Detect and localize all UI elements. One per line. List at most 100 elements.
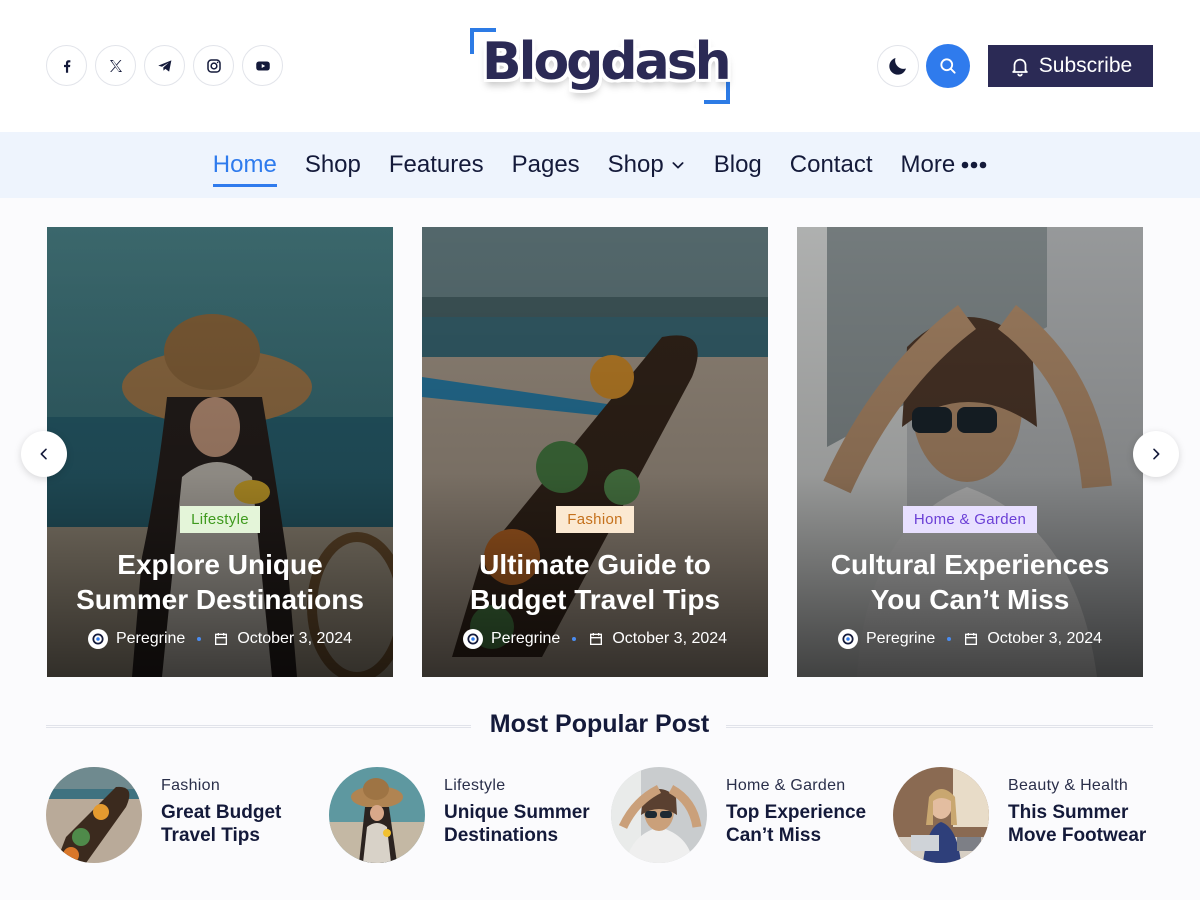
post-title-line: Ultimate Guide to [479, 549, 711, 580]
post-title-line: Top Experience [726, 802, 867, 823]
post-thumbnail[interactable] [46, 767, 142, 863]
post-title-line: Unique Summer [444, 802, 590, 823]
social-links [46, 45, 283, 86]
search-icon [940, 58, 956, 74]
featured-post-card[interactable]: Home & Garden Cultural Experiences You Ca… [797, 227, 1143, 677]
slider-next-button[interactable] [1133, 431, 1179, 477]
post-category[interactable]: Lifestyle [444, 777, 505, 795]
featured-post-card[interactable]: Fashion Ultimate Guide to Budget Travel T… [422, 227, 768, 677]
subscribe-label: Subscribe [1038, 54, 1133, 77]
post-title[interactable]: Explore Unique Summer Destinations [62, 547, 378, 617]
post-title[interactable]: Unique Summer Destinations [444, 801, 604, 847]
post-meta: Peregrine October 3, 2024 [837, 629, 1103, 649]
post-meta: Peregrine October 3, 2024 [462, 629, 728, 649]
author-name[interactable]: Peregrine [866, 630, 935, 648]
featured-post-card[interactable]: Lifestyle Explore Unique Summer Destinati… [47, 227, 393, 677]
nav-item-home[interactable]: Home [212, 145, 277, 187]
calendar-icon [965, 633, 978, 645]
category-badge[interactable]: Fashion [556, 506, 634, 533]
post-thumbnail[interactable] [329, 767, 425, 863]
subscribe-button[interactable]: Subscribe [988, 45, 1153, 87]
nav-item-pages[interactable]: Pages [512, 145, 580, 185]
post-thumbnail[interactable] [611, 767, 707, 863]
nav-item-label: Contact [789, 151, 873, 178]
search-button[interactable] [926, 44, 970, 88]
post-title-line: Budget Travel Tips [470, 584, 720, 615]
post-title-line: Move Footwear [1008, 825, 1147, 846]
post-info: Lifestyle Explore Unique Summer Destinati… [47, 506, 393, 649]
post-title-line: Destinations [444, 825, 559, 846]
popular-post-item[interactable]: Beauty & Health This Summer Move Footwear [893, 767, 1163, 863]
meta-separator [947, 637, 952, 641]
nav-item-label: Features [388, 151, 484, 178]
chevron-left-icon [40, 448, 47, 460]
dark-mode-toggle[interactable] [877, 45, 919, 87]
post-title[interactable]: Top Experience Can’t Miss [726, 801, 886, 847]
post-date: October 3, 2024 [987, 630, 1103, 647]
nav-item-shop-dropdown[interactable]: Shop [608, 145, 686, 185]
nav-item-label: Shop [607, 151, 664, 178]
nav-item-label: Blog [713, 151, 762, 178]
youtube-icon[interactable] [242, 45, 283, 86]
post-meta: Peregrine October 3, 2024 [87, 629, 353, 649]
nav-item-label: Pages [511, 151, 580, 178]
post-category[interactable]: Home & Garden [726, 777, 846, 795]
post-title[interactable]: Cultural Experiences You Can’t Miss [817, 547, 1124, 617]
facebook-icon[interactable] [46, 45, 87, 86]
category-badge[interactable]: Lifestyle [180, 506, 260, 533]
post-title[interactable]: This Summer Move Footwear [1008, 801, 1168, 847]
post-title-line: You Can’t Miss [870, 584, 1070, 615]
section-title: Most Popular Post [489, 710, 710, 738]
nav-item-shop[interactable]: Shop [305, 145, 361, 185]
nav-item-label: Home [212, 151, 277, 178]
post-title[interactable]: Great Budget Travel Tips [161, 801, 321, 847]
post-title-line: Travel Tips [161, 825, 260, 846]
nav-item-more[interactable]: More [901, 145, 988, 185]
instagram-icon[interactable] [193, 45, 234, 86]
chevron-down-icon [672, 162, 684, 169]
nav-item-label: Shop [304, 151, 361, 178]
popular-post-item[interactable]: Lifestyle Unique Summer Destinations [329, 767, 599, 863]
post-category[interactable]: Beauty & Health [1008, 777, 1128, 795]
post-title-line: Can’t Miss [726, 825, 822, 846]
post-title-line: Great Budget [161, 802, 282, 823]
nav-item-features[interactable]: Features [389, 145, 484, 185]
popular-post-item[interactable]: Home & Garden Top Experience Can’t Miss [611, 767, 881, 863]
author-avatar [462, 629, 483, 649]
post-title-line: Cultural Experiences [830, 549, 1110, 580]
nav-item-contact[interactable]: Contact [790, 145, 873, 185]
popular-posts-header: Most Popular Post [46, 708, 1153, 744]
slider-prev-button[interactable] [21, 431, 67, 477]
bell-icon [1012, 58, 1028, 77]
post-title-line: Explore Unique [117, 549, 323, 580]
popular-post-item[interactable]: Fashion Great Budget Travel Tips [46, 767, 316, 863]
calendar-icon [590, 633, 603, 645]
meta-separator [572, 637, 577, 641]
post-date: October 3, 2024 [612, 630, 728, 647]
logo-text: Blogdash [482, 32, 732, 92]
telegram-icon[interactable] [144, 45, 185, 86]
post-thumbnail[interactable] [893, 767, 989, 863]
post-title-line: This Summer [1008, 802, 1129, 823]
post-title[interactable]: Ultimate Guide to Budget Travel Tips [456, 547, 734, 617]
category-badge[interactable]: Home & Garden [902, 506, 1038, 533]
calendar-icon [215, 633, 228, 645]
post-date: October 3, 2024 [237, 630, 353, 647]
x-icon[interactable] [95, 45, 136, 86]
moon-icon [889, 58, 906, 75]
chevron-right-icon [1153, 448, 1160, 460]
main-nav: Home Shop Features Pages Shop Blog Conta… [0, 132, 1200, 198]
site-header: Blogdash Subscribe [0, 0, 1200, 132]
post-category[interactable]: Fashion [161, 777, 220, 795]
nav-item-blog[interactable]: Blog [714, 145, 762, 185]
author-name[interactable]: Peregrine [491, 630, 560, 648]
post-info: Fashion Ultimate Guide to Budget Travel T… [422, 506, 768, 649]
nav-item-label: More [900, 151, 956, 178]
post-info: Home & Garden Cultural Experiences You Ca… [797, 506, 1143, 649]
post-title-line: Summer Destinations [76, 584, 364, 615]
featured-slider: Lifestyle Explore Unique Summer Destinati… [47, 227, 1143, 677]
author-name[interactable]: Peregrine [116, 630, 185, 648]
author-avatar [87, 629, 108, 649]
site-logo[interactable]: Blogdash [470, 28, 732, 104]
author-avatar [837, 629, 858, 649]
